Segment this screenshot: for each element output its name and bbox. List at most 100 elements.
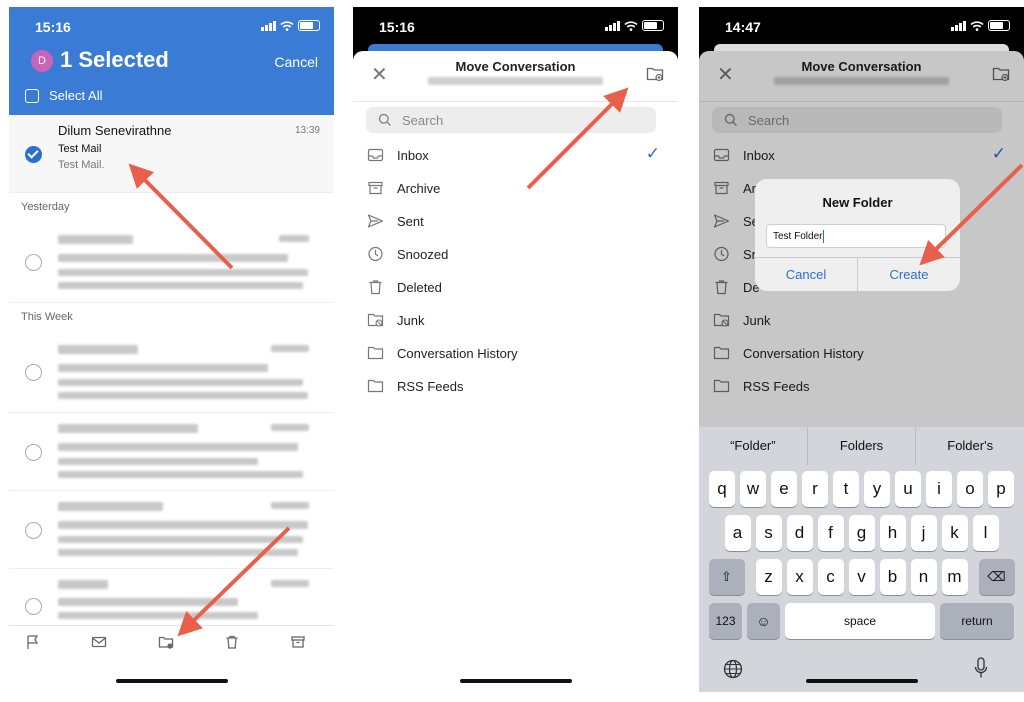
envelope-icon[interactable] [91, 634, 107, 650]
key-i[interactable]: i [926, 471, 952, 507]
battery-icon [988, 20, 1010, 31]
mail-item[interactable] [9, 412, 334, 491]
mail-item[interactable] [9, 332, 334, 413]
signal-icon [261, 20, 276, 31]
key-u[interactable]: u [895, 471, 921, 507]
folder-name-input[interactable]: Test Folder [766, 224, 946, 248]
status-icons [605, 20, 664, 31]
key-m[interactable]: m [941, 559, 968, 595]
key-v[interactable]: v [848, 559, 875, 595]
shift-key[interactable]: ⇧ [708, 559, 745, 595]
action-toolbar [9, 625, 334, 656]
cancel-button[interactable]: Cancel [274, 54, 318, 70]
clock-icon [368, 246, 383, 262]
key-o[interactable]: o [957, 471, 983, 507]
archive-icon[interactable] [290, 634, 306, 650]
key-p[interactable]: p [988, 471, 1014, 507]
key-r[interactable]: r [802, 471, 828, 507]
new-folder-dialog: New Folder Test Folder Cancel Create [755, 179, 960, 291]
emoji-key[interactable]: ☺ [747, 603, 780, 639]
flag-icon[interactable] [25, 634, 41, 650]
section-header-this-week: This Week [21, 311, 73, 323]
search-placeholder: Search [402, 113, 444, 128]
mail-sender: Dilum Senevirathne [58, 123, 172, 138]
status-time: 15:16 [35, 19, 71, 35]
backspace-key[interactable]: ⌫ [978, 559, 1015, 595]
key-e[interactable]: e [771, 471, 797, 507]
checkbox-icon [25, 88, 39, 103]
suggestion-item[interactable]: Folder's [915, 427, 1024, 465]
folder-row-sent[interactable]: Sent [353, 205, 678, 238]
return-key[interactable]: return [940, 603, 1014, 639]
key-b[interactable]: b [879, 559, 906, 595]
onscreen-keyboard: “Folder” Folders Folder's qwertyuiop asd… [699, 427, 1024, 692]
folder-row-conversation-history[interactable]: Conversation History [353, 337, 678, 370]
move-conversation-sheet: ✕ Move Conversation Search Inbox ✓ Archive… [353, 51, 678, 692]
wifi-icon [280, 20, 294, 31]
dialog-title: New Folder [822, 195, 893, 210]
key-g[interactable]: g [848, 515, 875, 551]
select-radio-icon[interactable] [25, 522, 42, 539]
numbers-key[interactable]: 123 [709, 603, 742, 639]
mail-item-selected[interactable]: Dilum Senevirathne 13:39 Test Mail Test … [9, 115, 334, 193]
search-input[interactable]: Search [366, 107, 656, 133]
phone-screen-mail-list: 15:16 D 1 Selected Cancel Select All Dil… [9, 7, 334, 692]
globe-icon[interactable] [723, 659, 743, 679]
home-indicator [459, 679, 572, 683]
key-d[interactable]: d [786, 515, 813, 551]
mail-subject: Test Mail [58, 143, 102, 155]
folder-move-icon[interactable] [158, 634, 174, 650]
space-key[interactable]: space [785, 603, 935, 639]
key-q[interactable]: q [709, 471, 735, 507]
key-a[interactable]: a [724, 515, 751, 551]
key-s[interactable]: s [755, 515, 782, 551]
select-radio-icon[interactable] [25, 444, 42, 461]
key-w[interactable]: w [740, 471, 766, 507]
select-radio-icon[interactable] [25, 254, 42, 271]
select-all-toggle[interactable]: Select All [25, 88, 102, 103]
microphone-icon[interactable] [974, 657, 988, 679]
search-icon [378, 113, 391, 126]
key-t[interactable]: t [833, 471, 859, 507]
status-bar: 15:16 [353, 7, 678, 47]
folder-row-junk[interactable]: Junk [353, 304, 678, 337]
folder-row-deleted[interactable]: Deleted [353, 271, 678, 304]
status-bar: 15:16 [9, 7, 334, 47]
trash-icon [369, 280, 382, 295]
battery-icon [298, 20, 320, 31]
folder-label: Inbox [397, 148, 429, 163]
folder-row-inbox[interactable]: Inbox ✓ [353, 139, 678, 172]
archive-icon [368, 181, 383, 195]
cancel-button[interactable]: Cancel [755, 258, 857, 291]
signal-icon [605, 20, 620, 31]
key-x[interactable]: x [786, 559, 813, 595]
mail-item[interactable] [9, 490, 334, 569]
trash-icon[interactable] [224, 634, 240, 650]
predictive-bar: “Folder” Folders Folder's [699, 427, 1024, 465]
folder-row-archive[interactable]: Archive [353, 172, 678, 205]
mail-item[interactable] [9, 222, 334, 303]
key-y[interactable]: y [864, 471, 890, 507]
mail-time: 13:39 [294, 125, 320, 136]
key-h[interactable]: h [879, 515, 906, 551]
folder-row-rss-feeds[interactable]: RSS Feeds [353, 370, 678, 403]
folder-label: Snoozed [397, 247, 449, 262]
key-j[interactable]: j [910, 515, 937, 551]
key-l[interactable]: l [972, 515, 999, 551]
create-button[interactable]: Create [857, 258, 960, 291]
select-radio-icon[interactable] [25, 598, 42, 615]
selected-check-icon[interactable] [25, 146, 42, 163]
key-f[interactable]: f [817, 515, 844, 551]
status-time: 15:16 [379, 19, 415, 35]
select-radio-icon[interactable] [25, 364, 42, 381]
key-n[interactable]: n [910, 559, 937, 595]
folder-label: Archive [397, 181, 441, 196]
folder-row-snoozed[interactable]: Snoozed [353, 238, 678, 271]
key-z[interactable]: z [755, 559, 782, 595]
new-folder-icon[interactable] [646, 66, 664, 82]
key-k[interactable]: k [941, 515, 968, 551]
suggestion-item[interactable]: “Folder” [699, 427, 807, 465]
mail-item[interactable] [9, 568, 334, 625]
suggestion-item[interactable]: Folders [806, 427, 916, 465]
key-c[interactable]: c [817, 559, 844, 595]
